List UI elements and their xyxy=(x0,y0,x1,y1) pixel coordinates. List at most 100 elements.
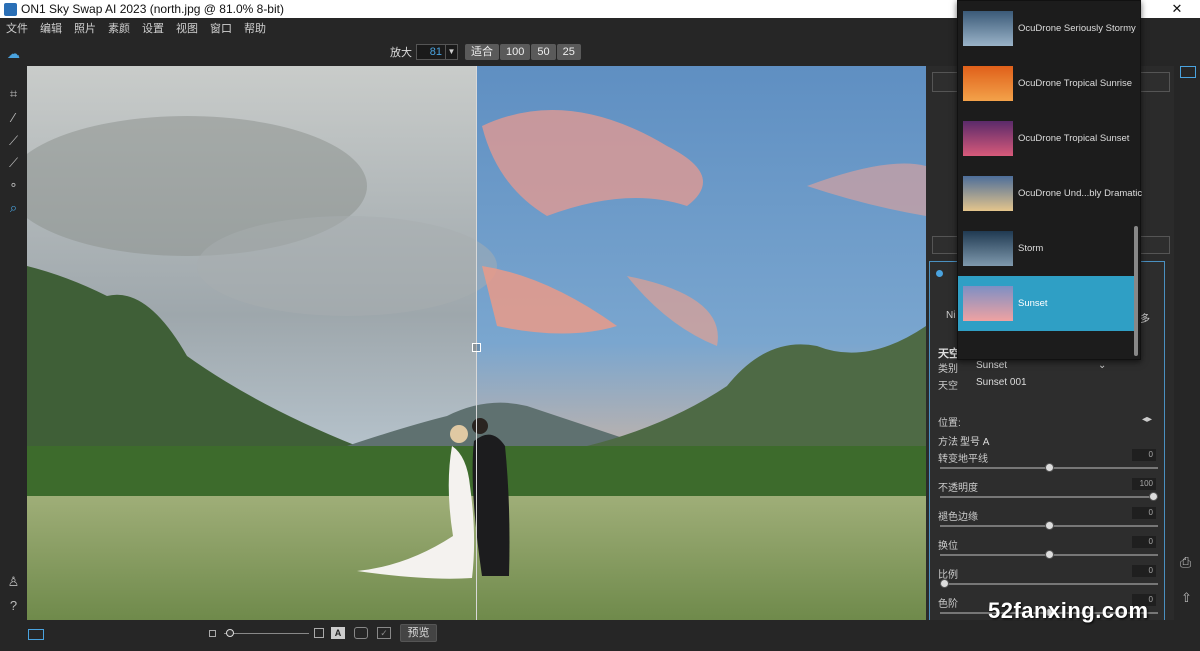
zoom-slider-knob[interactable] xyxy=(226,629,234,637)
active-dot-icon xyxy=(936,270,943,277)
zoom-input[interactable]: 81 xyxy=(416,44,446,60)
divider-handle[interactable] xyxy=(472,343,481,352)
zoom-label: 放大 xyxy=(390,47,412,59)
zoom-hand-icon[interactable]: ⌕ xyxy=(6,200,21,215)
sky-list-item[interactable]: Storm xyxy=(958,221,1134,276)
slider-value-field[interactable]: 0 xyxy=(1132,565,1156,577)
sky-thumbnail xyxy=(963,286,1013,321)
slider-track[interactable] xyxy=(940,550,1158,559)
sky-thumbnail xyxy=(963,121,1013,156)
wand-icon[interactable]: ⁄ xyxy=(6,110,21,125)
right-icon-strip: ⎙ ⇧ xyxy=(1174,38,1200,651)
arrows-icon[interactable]: ◂▸ xyxy=(1142,414,1152,425)
sky-list-item-label: OcuDrone Und...bly Dramatic xyxy=(1018,188,1143,199)
zoom-100-button[interactable]: 100 xyxy=(500,44,531,60)
slider-value-field[interactable]: 0 xyxy=(1132,449,1156,461)
slider-track[interactable] xyxy=(940,463,1158,472)
category-label: 类别 xyxy=(938,364,958,375)
sky-label: 天空 xyxy=(938,381,958,392)
slider-knob[interactable] xyxy=(1044,521,1054,530)
method-label: 方法 xyxy=(938,437,958,448)
large-square-icon[interactable] xyxy=(314,628,324,638)
sky-list-item[interactable]: OcuDrone Tropical Sunrise xyxy=(958,56,1134,111)
check-icon[interactable]: ✓ xyxy=(377,627,391,639)
slider-knob[interactable] xyxy=(940,579,949,588)
method-dropdown[interactable]: 型号 A xyxy=(960,433,989,448)
small-square-icon[interactable] xyxy=(209,630,216,637)
sky-list-item-label: OcuDrone Tropical Sunrise xyxy=(1018,78,1133,89)
sky-list-item-label: Sunset xyxy=(1018,298,1048,309)
slider-value-field[interactable]: 0 xyxy=(1132,536,1156,548)
bottom-bar: A ✓ 预览 xyxy=(0,620,1200,651)
menu-view[interactable]: 视图 xyxy=(176,20,198,36)
image-icon[interactable] xyxy=(1180,66,1196,78)
mask-view-icon[interactable] xyxy=(354,627,368,639)
menu-photo[interactable]: 照片 xyxy=(74,20,96,36)
sky-list-item-label: Storm xyxy=(1018,243,1044,254)
sky-thumbnail xyxy=(963,66,1013,101)
sky-list-item[interactable]: OcuDrone Tropical Sunset xyxy=(958,111,1134,166)
position-label: 位置: xyxy=(938,418,961,429)
sky-list-item-label: OcuDrone Seriously Stormy xyxy=(1018,23,1136,34)
zoom-control: 放大 81 ▼ xyxy=(390,44,458,60)
brush-icon[interactable]: ⟋ xyxy=(6,133,21,148)
slider-label: 不透明度 xyxy=(938,483,978,494)
truncated-more-label: 多 xyxy=(1140,314,1150,325)
left-tool-strip: ☁ ⌗ ⁄ ⟋ ⟋ ∘ ⌕ ♙ ? xyxy=(0,38,27,638)
slider-value-field[interactable]: 0 xyxy=(1132,507,1156,519)
retouch-icon[interactable]: ∘ xyxy=(6,177,21,192)
slider-knob[interactable] xyxy=(1044,463,1054,472)
truncated-preset-label: Ni xyxy=(946,310,956,321)
slider-value-field[interactable]: 100 xyxy=(1132,478,1156,490)
watermark-text: 52fanxing.com xyxy=(988,598,1149,623)
sky-list-item[interactable]: OcuDrone Seriously Stormy xyxy=(958,1,1136,56)
category-dropdown[interactable]: Sunset xyxy=(976,360,1007,371)
slider-label: 比例 xyxy=(938,570,958,581)
window-title: ON1 Sky Swap AI 2023 (north.jpg @ 81.0% … xyxy=(21,2,284,16)
slider-label: 色阶 xyxy=(938,599,958,610)
help-icon[interactable]: ? xyxy=(6,598,21,613)
sky-thumbnail xyxy=(963,11,1013,46)
zoom-slider[interactable] xyxy=(224,629,309,637)
text-overlay-icon[interactable]: A xyxy=(331,627,345,639)
mask-brush-icon[interactable]: ⟋ xyxy=(6,155,21,170)
crop-icon[interactable]: ⌗ xyxy=(6,86,21,101)
chevron-down-icon[interactable]: ▼ xyxy=(446,44,458,60)
slider-knob[interactable] xyxy=(1044,550,1054,559)
menu-mask[interactable]: 素颜 xyxy=(108,20,130,36)
menu-window[interactable]: 窗口 xyxy=(210,20,232,36)
menu-settings[interactable]: 设置 xyxy=(142,20,164,36)
share-icon[interactable]: ⇧ xyxy=(1181,590,1192,606)
view-mode-icon[interactable] xyxy=(28,629,44,640)
zoom-25-button[interactable]: 25 xyxy=(556,44,581,60)
sky-thumbnail xyxy=(963,176,1013,211)
sky-preset-dropdown: OcuDrone Seriously Stormy OcuDrone Tropic… xyxy=(957,0,1142,360)
slider-knob[interactable] xyxy=(1149,492,1158,501)
slider-track[interactable] xyxy=(940,521,1158,530)
sky-dropdown[interactable]: Sunset 001 xyxy=(976,377,1027,388)
slider-label: 换位 xyxy=(938,541,958,552)
slider-track[interactable] xyxy=(940,492,1158,501)
zoom-50-button[interactable]: 50 xyxy=(531,44,556,60)
sky-thumbnail xyxy=(963,231,1013,266)
zoom-presets: 适合 100 50 25 xyxy=(465,44,582,60)
user-icon[interactable]: ♙ xyxy=(6,574,21,589)
menu-edit[interactable]: 编辑 xyxy=(40,20,62,36)
sky-list-item[interactable]: Sunset xyxy=(958,276,1134,331)
sky-list-item-label: OcuDrone Tropical Sunset xyxy=(1018,133,1130,144)
app-icon xyxy=(4,2,17,16)
slider-label: 褪色边缘 xyxy=(938,512,978,523)
sky-icon[interactable]: ☁ xyxy=(6,46,21,61)
print-icon[interactable]: ⎙ xyxy=(1180,554,1191,571)
slider-track[interactable] xyxy=(940,579,1158,588)
sky-list-item[interactable]: OcuDrone Und...bly Dramatic xyxy=(958,166,1142,221)
menu-help[interactable]: 帮助 xyxy=(244,20,266,36)
slider-label: 转变地平线 xyxy=(938,454,988,465)
preview-button[interactable]: 预览 xyxy=(400,624,437,642)
zoom-fit-button[interactable]: 适合 xyxy=(465,44,499,60)
chevron-down-icon[interactable]: ⌄ xyxy=(1098,360,1106,371)
dropdown-scrollbar[interactable] xyxy=(1134,226,1138,356)
close-button[interactable]: ✕ xyxy=(1154,0,1200,18)
menu-file[interactable]: 文件 xyxy=(6,20,28,36)
image-canvas[interactable] xyxy=(27,66,926,620)
